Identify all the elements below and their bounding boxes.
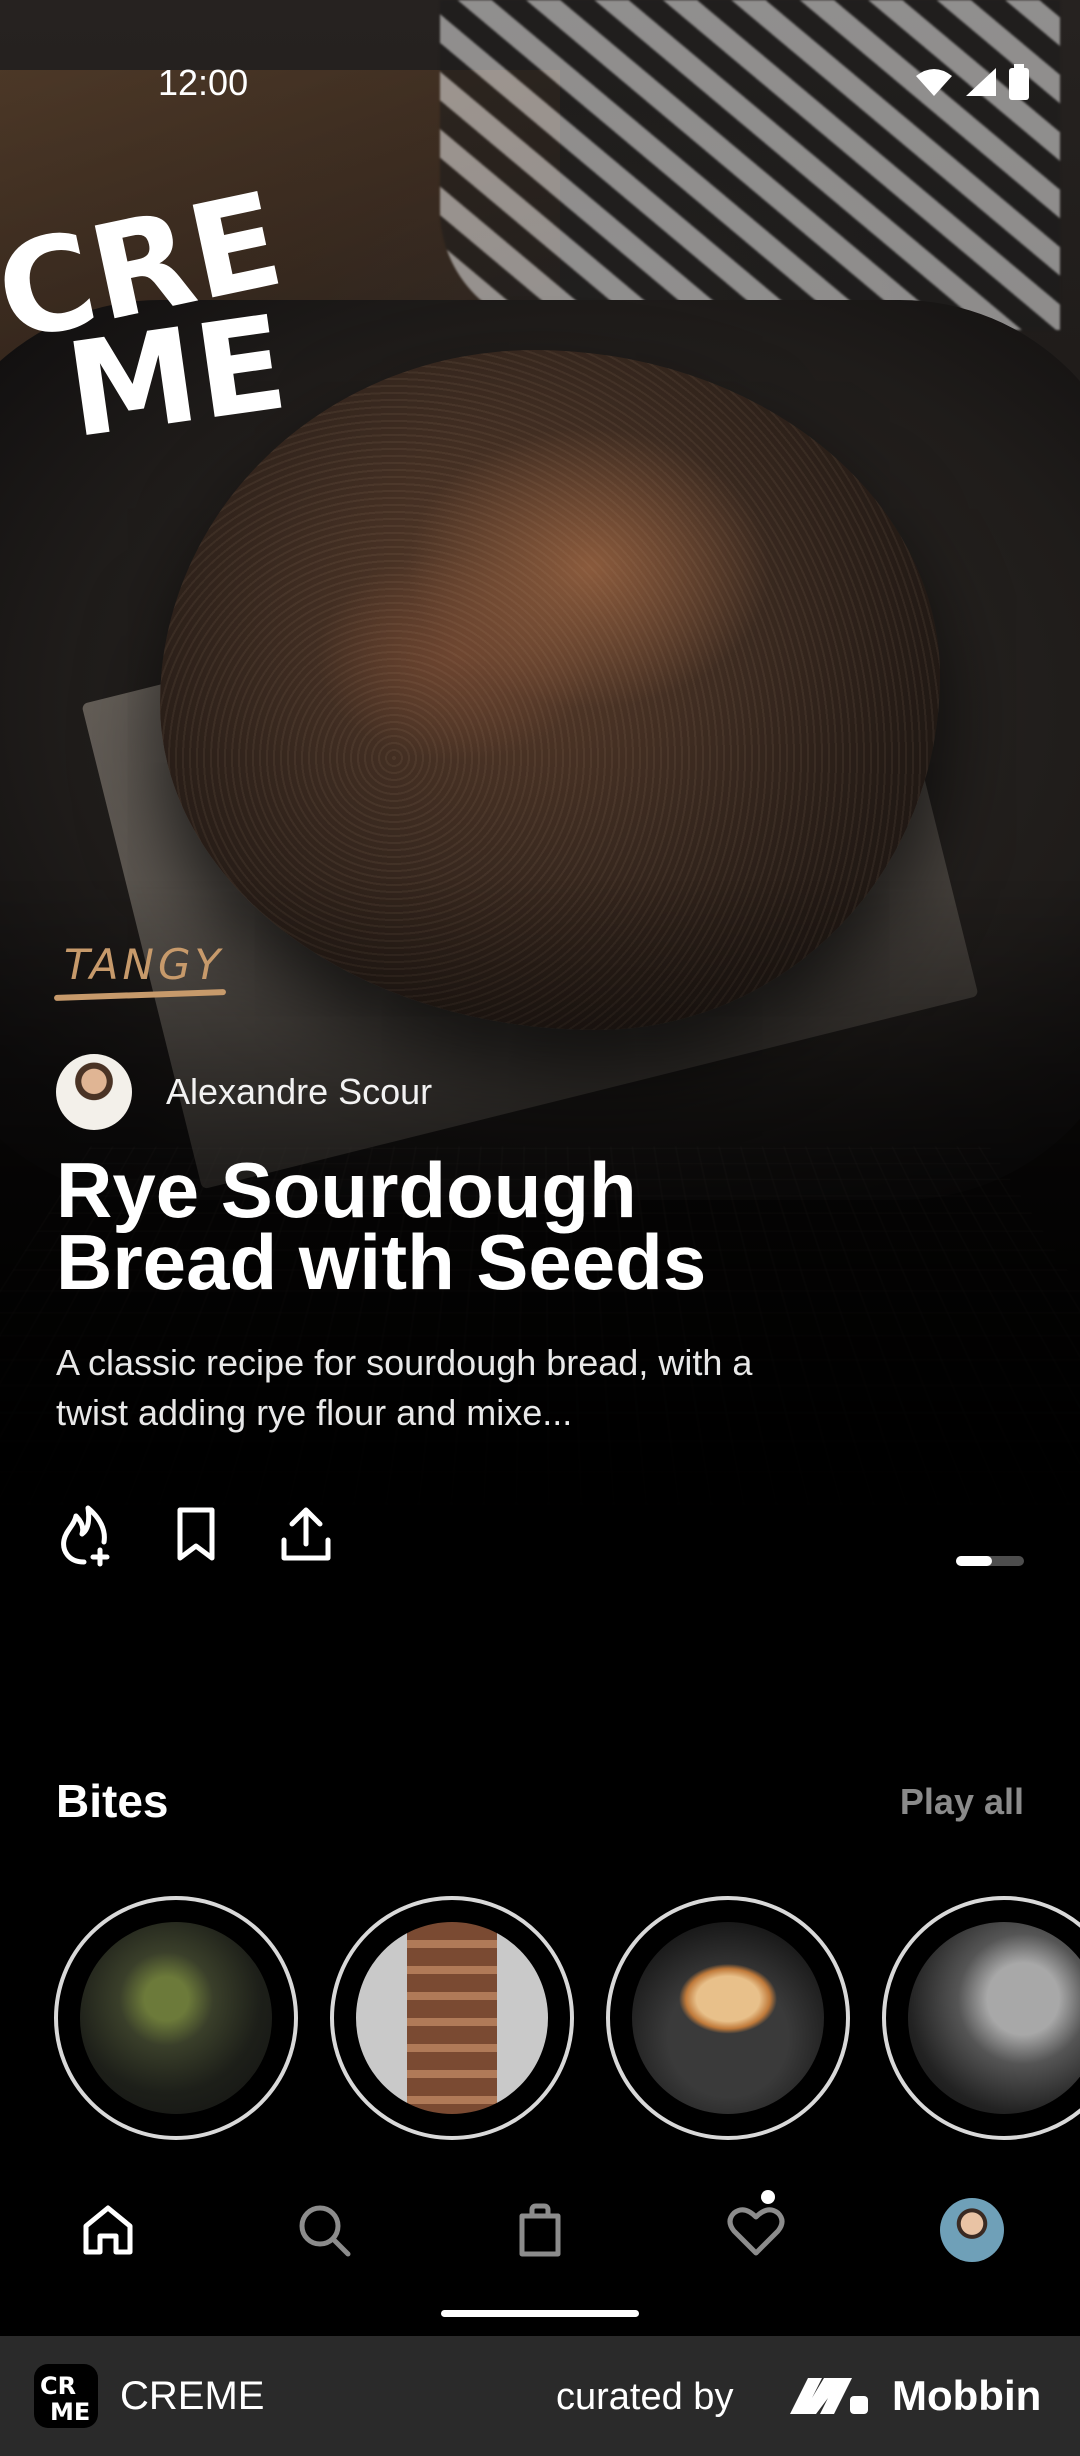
profile-avatar <box>940 2198 1004 2262</box>
search-icon <box>299 2205 351 2257</box>
bite-item[interactable] <box>330 1896 574 2140</box>
home-indicator <box>441 2310 639 2317</box>
bites-title: Bites <box>56 1775 169 1827</box>
heart-icon <box>727 2207 785 2256</box>
bookmark-icon <box>177 1507 215 1561</box>
svg-text:ME: ME <box>50 2398 90 2426</box>
status-icons <box>914 64 1030 100</box>
creator-name[interactable]: Alexandre Scour <box>166 1071 432 1113</box>
creme-app-icon: CR ME <box>34 2364 98 2428</box>
bottom-nav <box>0 2170 1080 2290</box>
notification-dot <box>761 2190 775 2204</box>
share-icon <box>281 1507 331 1561</box>
hero-pager <box>956 1556 1024 1566</box>
bookmark-button[interactable] <box>166 1500 226 1568</box>
home-icon <box>83 2205 133 2255</box>
nav-favorites[interactable] <box>648 2170 864 2290</box>
nav-search[interactable] <box>216 2170 432 2290</box>
signal-icon <box>966 68 996 96</box>
battery-icon <box>1009 64 1029 100</box>
bite-item[interactable] <box>882 1896 1080 2140</box>
cook-button[interactable] <box>56 1500 116 1568</box>
flavor-tag[interactable]: TANGY <box>64 940 224 989</box>
shopping-bag-icon <box>519 2203 561 2257</box>
bite-item[interactable] <box>54 1896 298 2140</box>
nav-shop[interactable] <box>432 2170 648 2290</box>
footer-mobbin-brand: Mobbin <box>892 2372 1042 2419</box>
creator-row[interactable]: Alexandre Scour <box>56 1054 432 1130</box>
creme-logo: CRE ME <box>0 170 295 467</box>
svg-text:CR: CR <box>40 2372 76 2400</box>
footer-banner: CR ME CREME curated by Mobbin <box>0 2336 1080 2456</box>
status-time: 12:00 <box>158 62 249 103</box>
bite-thumbnail <box>80 1922 272 2114</box>
creator-avatar[interactable] <box>56 1054 132 1130</box>
bites-carousel[interactable] <box>54 1896 1080 2140</box>
bite-thumbnail <box>632 1922 824 2114</box>
pager-active <box>956 1556 992 1566</box>
mobbin-logo-icon <box>790 2378 868 2414</box>
recipe-title[interactable]: Rye Sourdough Bread with Seeds <box>56 1151 836 1301</box>
wifi-icon <box>916 69 952 96</box>
play-all-button[interactable]: Play all <box>900 1781 1024 1823</box>
flame-plus-icon <box>61 1505 110 1567</box>
bite-thumbnail <box>356 1922 548 2114</box>
nav-profile[interactable] <box>864 2170 1080 2290</box>
recipe-description[interactable]: A classic recipe for sourdough bread, wi… <box>56 1338 796 1438</box>
recipe-actions <box>56 1500 336 1568</box>
footer-app-name: CREME <box>120 2374 265 2418</box>
status-bar: 12:00 <box>0 0 1080 160</box>
bite-thumbnail <box>908 1922 1080 2114</box>
svg-text:ME: ME <box>58 286 295 467</box>
share-button[interactable] <box>276 1500 336 1568</box>
footer-curated-label: curated by <box>556 2376 734 2418</box>
bite-item[interactable] <box>606 1896 850 2140</box>
nav-home[interactable] <box>0 2170 216 2290</box>
